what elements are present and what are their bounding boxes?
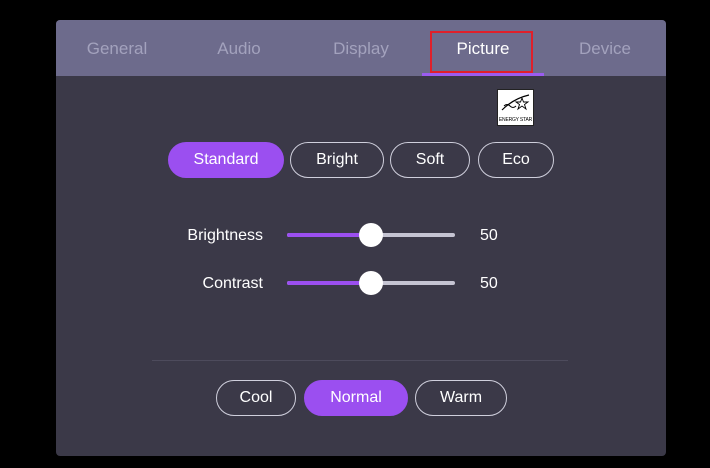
contrast-slider-handle[interactable]	[359, 271, 383, 295]
energy-star-logo: ENERGY STAR	[497, 89, 534, 126]
color-temp-warm-button[interactable]: Warm	[415, 380, 507, 416]
brightness-value: 50	[480, 227, 498, 244]
tab-bar: General Audio Display Picture Device	[56, 20, 666, 76]
tab-audio[interactable]: Audio	[178, 20, 300, 76]
tab-highlight-box	[430, 31, 533, 73]
mode-eco-button[interactable]: Eco	[478, 142, 554, 178]
brightness-slider[interactable]	[287, 223, 455, 247]
color-temp-normal-button[interactable]: Normal	[304, 380, 408, 416]
settings-panel: General Audio Display Picture Device ENE…	[56, 20, 666, 456]
mode-bright-button[interactable]: Bright	[290, 142, 384, 178]
brightness-label: Brightness	[187, 227, 263, 244]
contrast-value: 50	[480, 275, 498, 292]
mode-soft-button[interactable]: Soft	[390, 142, 470, 178]
contrast-label: Contrast	[202, 275, 263, 292]
section-divider	[152, 360, 568, 361]
energy-star-text: ENERGY STAR	[498, 117, 533, 123]
tab-general[interactable]: General	[56, 20, 178, 76]
contrast-slider[interactable]	[287, 271, 455, 295]
brightness-slider-handle[interactable]	[359, 223, 383, 247]
energy-star-icon	[501, 94, 530, 111]
mode-standard-button[interactable]: Standard	[168, 142, 284, 178]
color-temp-cool-button[interactable]: Cool	[216, 380, 296, 416]
active-tab-indicator	[422, 73, 544, 76]
tab-display[interactable]: Display	[300, 20, 422, 76]
tab-device[interactable]: Device	[544, 20, 666, 76]
